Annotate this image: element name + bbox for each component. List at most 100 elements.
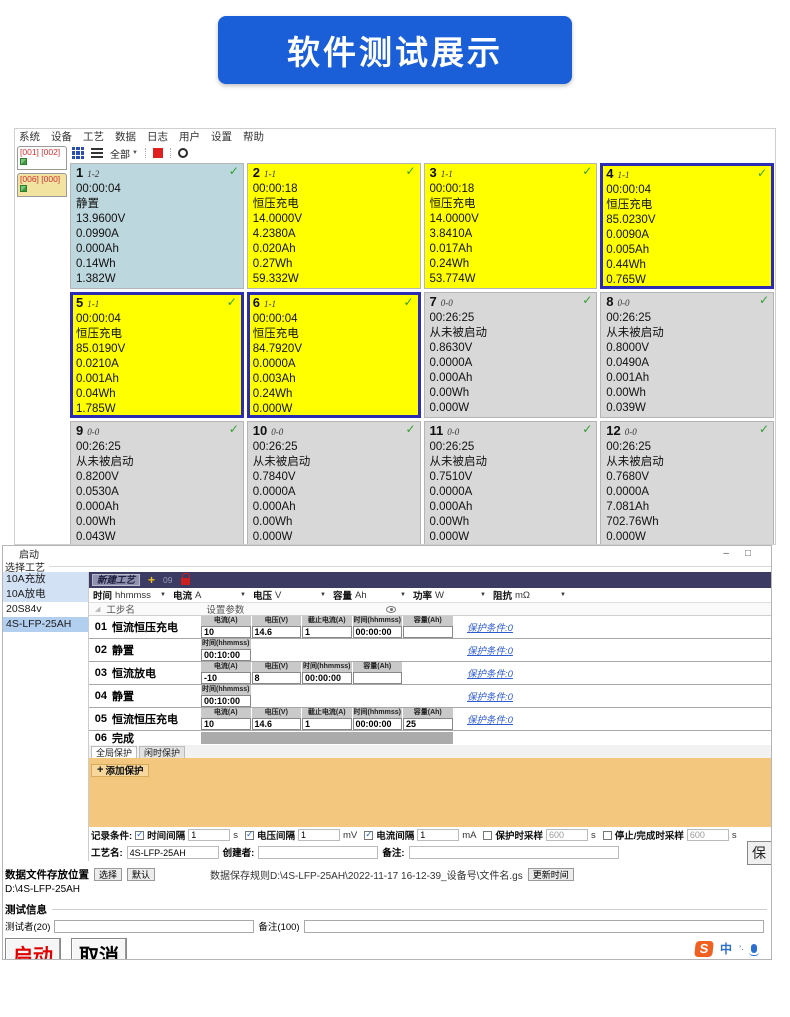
menu-item[interactable]: 帮助 — [243, 129, 264, 144]
record-item-input[interactable]: 1 — [297, 829, 340, 841]
unit-selector[interactable]: 电压 V ▼ — [249, 588, 329, 603]
ime-punct-icon[interactable]: ’· — [739, 944, 744, 954]
process-list-item[interactable]: 10A充放 — [3, 572, 88, 587]
maximize-icon[interactable]: □ — [745, 548, 751, 559]
menu-item[interactable]: 数据 — [115, 129, 136, 144]
menu-item[interactable]: 设置 — [211, 129, 232, 144]
unit-selector[interactable]: 功率 W ▼ — [409, 588, 489, 603]
param-input[interactable] — [403, 626, 453, 638]
channel-cell[interactable]: ✓ 4 1-1 00:00:04 恒压充电 85.0230V 0.0090A 0… — [600, 163, 774, 289]
protect-condition-link[interactable]: 保护条件:0 — [453, 685, 563, 707]
channel-cell[interactable]: ✓ 7 0-0 00:26:25 从未被启动 0.8630V 0.0000A 0… — [423, 292, 598, 418]
param-input[interactable]: 1 — [302, 718, 352, 730]
unit-selector[interactable]: 阻抗 mΩ ▼ — [489, 588, 569, 603]
param-input[interactable]: 10 — [201, 718, 251, 730]
choose-button[interactable]: 选择 — [94, 868, 123, 881]
step-name[interactable]: 恒流恒压充电 — [109, 708, 201, 730]
eye-icon[interactable] — [386, 605, 397, 613]
channel-cell[interactable]: ✓ 2 1-1 00:00:18 恒压充电 14.0000V 4.2380A 0… — [246, 163, 421, 289]
cancel-button[interactable]: 取消 — [71, 938, 127, 959]
process-list-item[interactable]: 20S84v — [3, 602, 88, 617]
channel-cell[interactable]: ✓ 8 0-0 00:26:25 从未被启动 0.8000V 0.0490A 0… — [600, 292, 774, 418]
unit-selector[interactable]: 电流 A ▼ — [169, 588, 249, 603]
checkbox[interactable] — [135, 829, 145, 840]
step-name[interactable]: 完成 — [109, 731, 201, 745]
add-protect-button[interactable]: + 添加保护 — [91, 763, 150, 777]
lock-icon[interactable] — [180, 573, 190, 585]
device-tab-1[interactable]: [001] [002] — [17, 146, 67, 170]
filter-dropdown[interactable]: 全部 ▼ — [110, 146, 138, 161]
param-input[interactable] — [352, 672, 402, 684]
protect-condition-link[interactable]: 保护条件:0 — [453, 616, 563, 638]
plus-icon[interactable]: + — [148, 574, 155, 586]
channel-cell[interactable]: ✓ 3 1-1 00:00:18 恒压充电 14.0000V 3.8410A 0… — [423, 163, 598, 289]
param-input[interactable]: 00:00:00 — [352, 626, 402, 638]
record-item-input[interactable]: 600 — [686, 829, 729, 841]
stop-icon[interactable] — [152, 148, 163, 158]
process-name-input[interactable]: 4S-LFP-25AH — [126, 845, 219, 859]
param-input[interactable]: -10 — [201, 672, 251, 684]
tester-input[interactable] — [54, 919, 255, 933]
channel-cell[interactable]: ✓ 9 0-0 00:26:25 从未被启动 0.8200V 0.0530A 0… — [70, 421, 244, 544]
record-item-input[interactable]: 1 — [417, 829, 460, 841]
protect-condition-link[interactable]: 保护条件:0 — [453, 708, 563, 730]
sogou-logo-icon[interactable]: S — [694, 940, 714, 957]
minimize-icon[interactable]: – — [723, 548, 729, 559]
menu-item[interactable]: 设备 — [51, 129, 72, 144]
protect-condition-link[interactable]: 保护条件:0 — [453, 662, 563, 684]
param-input[interactable]: 25 — [403, 718, 453, 730]
record-item-input[interactable]: 1 — [188, 829, 231, 841]
protect-condition-link[interactable] — [453, 731, 563, 745]
channel-cell[interactable]: ✓ 1 1-2 00:00:04 静置 13.9600V 0.0990A 0.0… — [70, 163, 244, 289]
protect-tab[interactable]: 闲时保护 — [139, 746, 186, 758]
channel-cell[interactable]: ✓ 5 1-1 00:00:04 恒压充电 85.0190V 0.0210A 0… — [70, 292, 244, 418]
unit-selector[interactable]: 容量 Ah ▼ — [329, 588, 409, 603]
creator-input[interactable] — [258, 845, 379, 859]
channel-cell[interactable]: ✓ 10 0-0 00:26:25 从未被启动 0.7840V 0.0000A … — [246, 421, 421, 544]
gear-icon[interactable] — [177, 148, 188, 158]
param-input[interactable]: 10 — [201, 626, 251, 638]
param-input[interactable]: 00:00:00 — [302, 672, 352, 684]
step-name[interactable]: 静置 — [109, 685, 201, 707]
param-input[interactable]: 14.6 — [251, 718, 301, 730]
menu-item[interactable]: 日志 — [147, 129, 168, 144]
channel-cell[interactable]: ✓ 6 1-1 00:00:04 恒压充电 84.7920V 0.0000A 0… — [246, 292, 421, 418]
microphone-icon[interactable] — [749, 944, 759, 956]
step-name[interactable]: 恒流恒压充电 — [109, 616, 201, 638]
save-button[interactable]: 保 — [747, 841, 771, 865]
default-button[interactable]: 默认 — [127, 868, 156, 881]
param-input[interactable]: 00:10:00 — [201, 695, 251, 707]
param-input[interactable]: 1 — [302, 626, 352, 638]
param-input[interactable]: 00:10:00 — [201, 649, 251, 661]
param-input[interactable]: 14.6 — [251, 626, 301, 638]
param-input[interactable]: 00:00:00 — [352, 718, 402, 730]
start-button[interactable]: 启动 — [5, 938, 61, 959]
device-tab-2[interactable]: [006] [000] — [17, 173, 67, 197]
protect-tab[interactable]: 全局保护 — [91, 746, 138, 758]
channel-cell[interactable]: ✓ 12 0-0 00:26:25 从未被启动 0.7680V 0.0000A … — [600, 421, 774, 544]
new-process-button[interactable]: 新建工艺 — [92, 574, 141, 586]
checkbox[interactable] — [602, 830, 612, 840]
process-list-item[interactable]: 4S-LFP-25AH — [3, 617, 88, 632]
list-view-icon[interactable] — [91, 148, 103, 158]
menu-item[interactable]: 工艺 — [83, 129, 104, 144]
sort-icon[interactable]: ◢ — [95, 605, 100, 613]
checkbox[interactable] — [244, 829, 254, 840]
update-time-button[interactable]: 更新时间 — [527, 868, 574, 881]
note100-input[interactable] — [303, 919, 764, 933]
unit-selector[interactable]: 时间 hhmmss ▼ — [89, 588, 169, 603]
ime-lang-icon[interactable]: 中 — [720, 940, 732, 957]
param-input[interactable]: 8 — [251, 672, 301, 684]
protect-condition-link[interactable]: 保护条件:0 — [453, 639, 563, 661]
grid-view-icon[interactable] — [72, 147, 84, 159]
channel-cell[interactable]: ✓ 11 0-0 00:26:25 从未被启动 0.7510V 0.0000A … — [423, 421, 598, 544]
step-name[interactable]: 静置 — [109, 639, 201, 661]
record-item-input[interactable]: 600 — [545, 829, 588, 841]
step-name[interactable]: 恒流放电 — [109, 662, 201, 684]
process-list-item[interactable]: 10A放电 — [3, 587, 88, 602]
checkbox[interactable] — [483, 830, 493, 840]
menu-item[interactable]: 用户 — [179, 129, 200, 144]
note-input[interactable] — [408, 845, 619, 859]
checkbox[interactable] — [364, 829, 374, 840]
menu-item[interactable]: 系统 — [19, 129, 40, 144]
